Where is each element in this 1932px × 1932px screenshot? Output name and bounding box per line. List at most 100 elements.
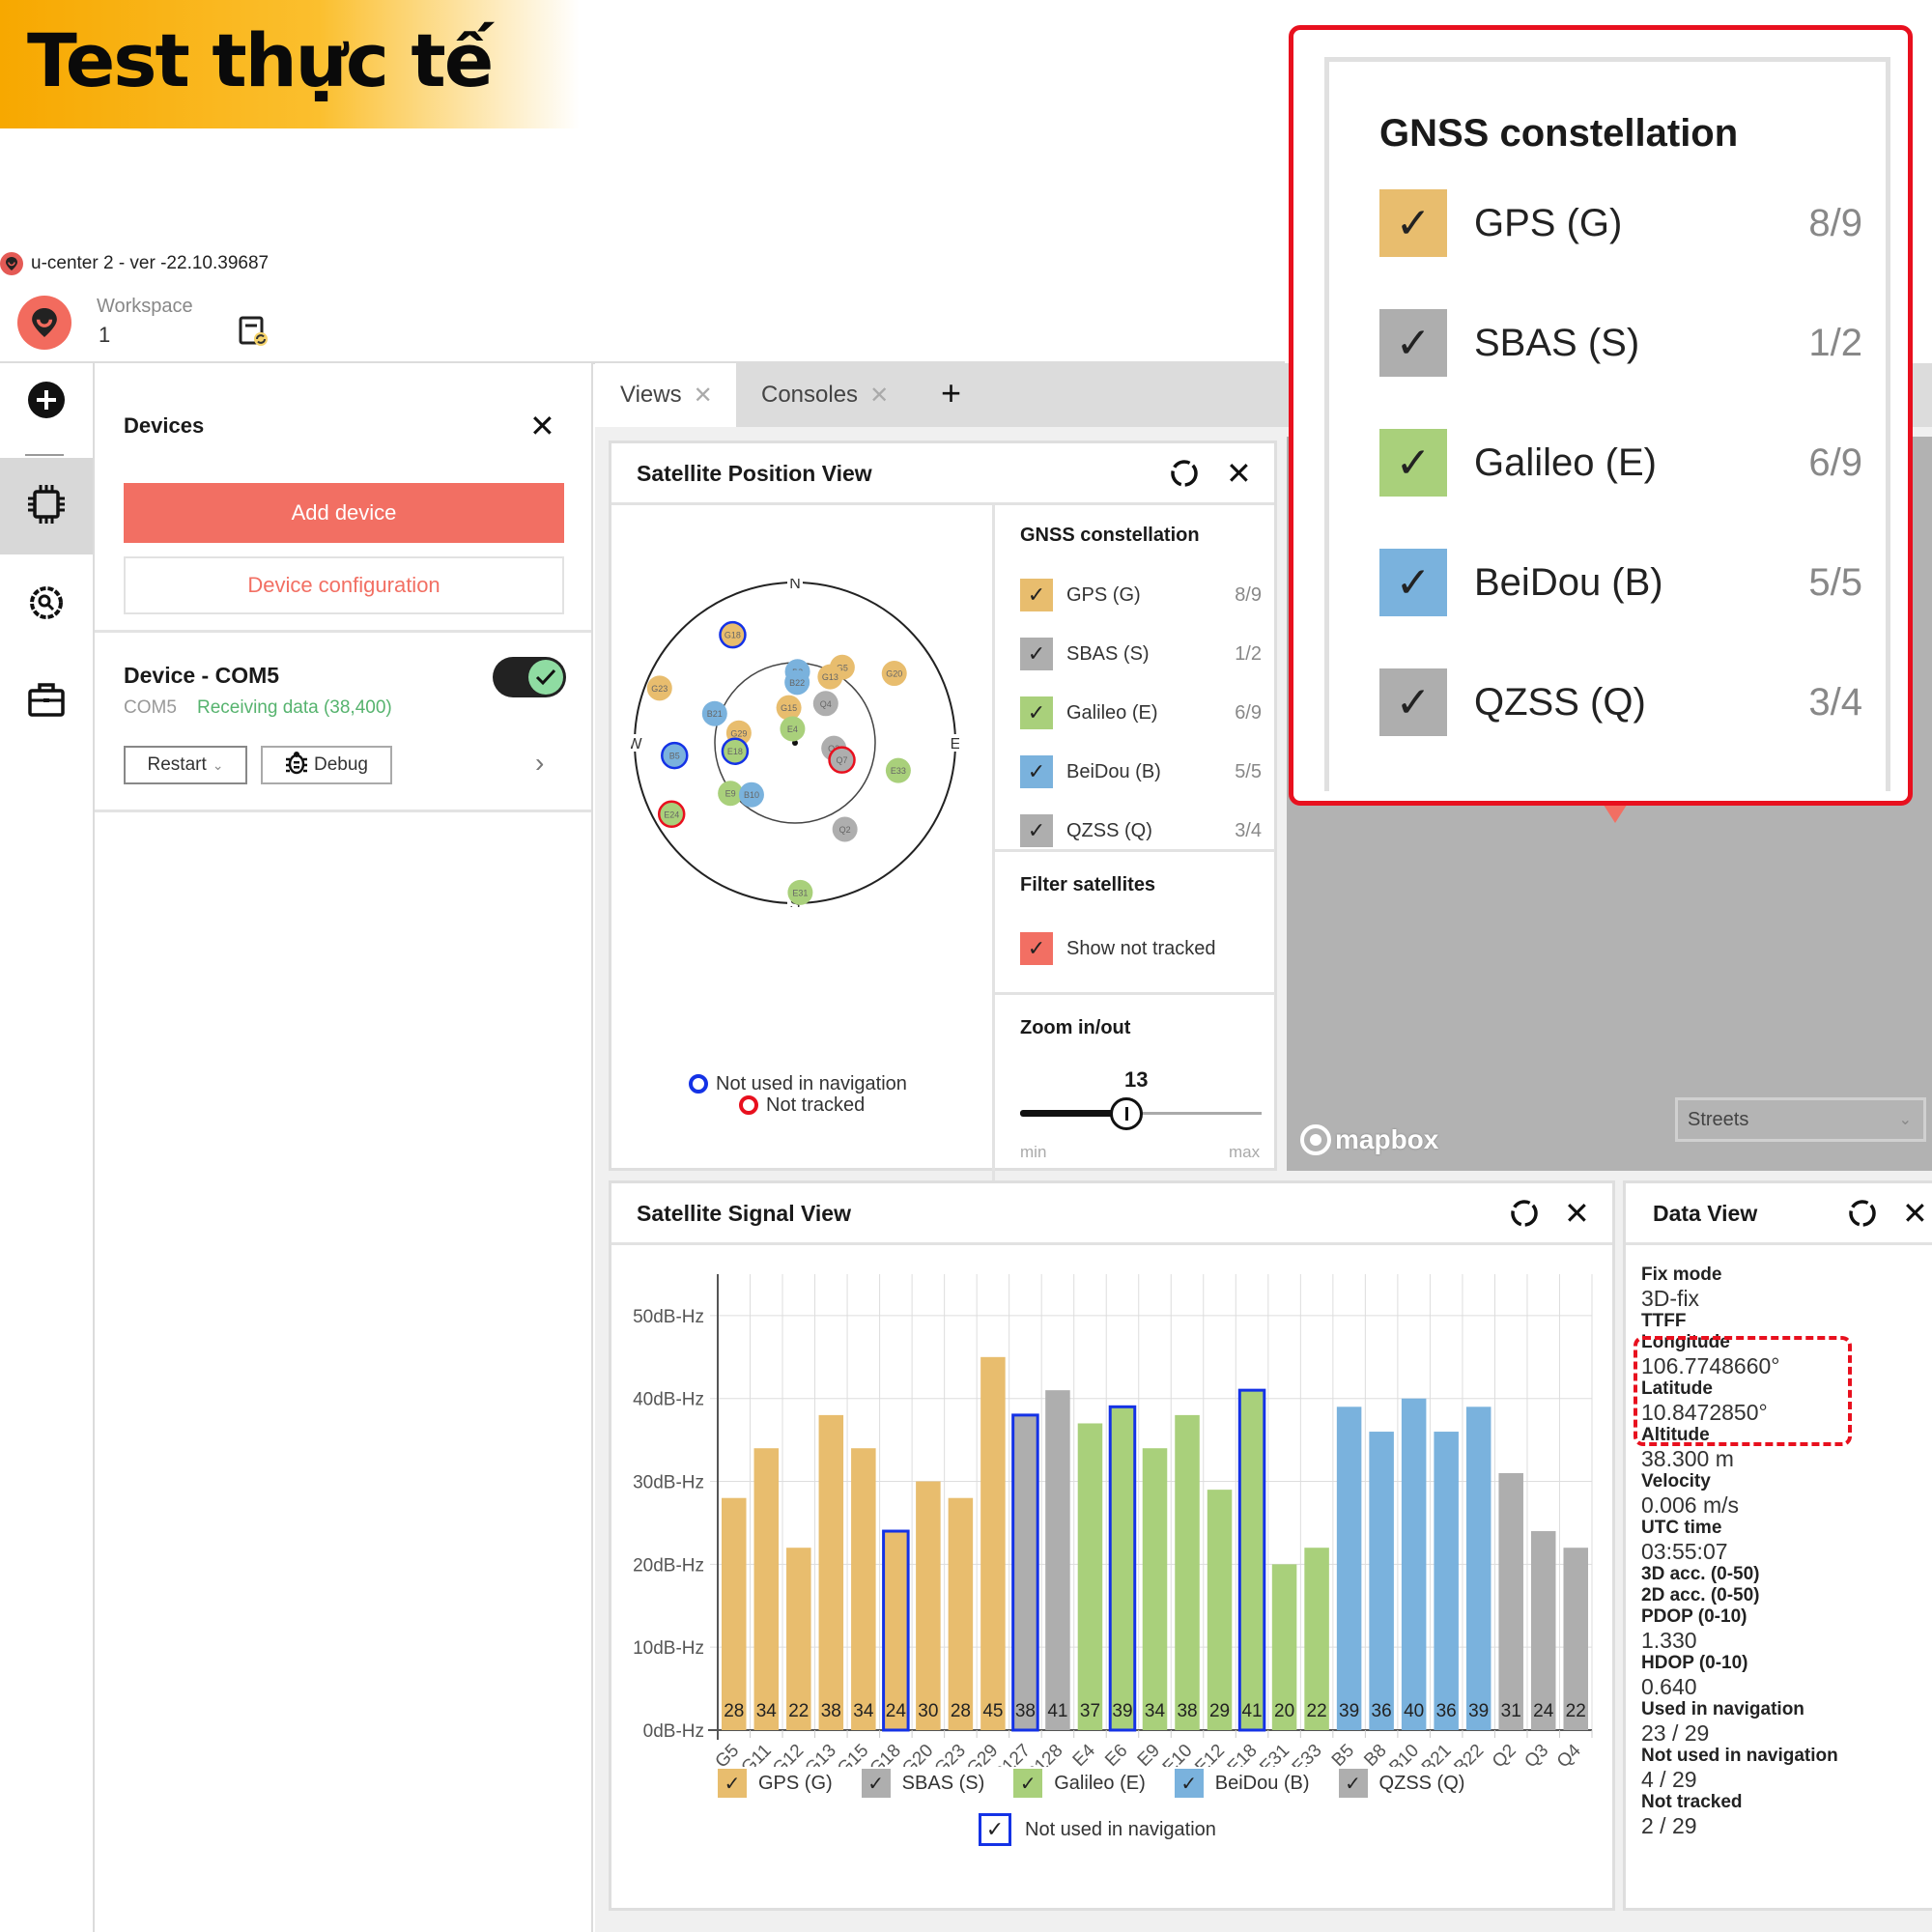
legend-item-e[interactable]: ✓ Galileo (E) (1013, 1769, 1146, 1798)
satellite-E33[interactable]: E33 (885, 757, 911, 783)
device-port: COM5 (124, 697, 177, 718)
bar-B8 (1369, 1432, 1394, 1730)
satellite-E31[interactable]: E31 (787, 879, 813, 905)
bar-value-G5: 28 (724, 1701, 744, 1721)
x-tick-label: Q3 (1520, 1741, 1552, 1767)
device-configuration-button[interactable]: Device configuration (124, 556, 564, 614)
rail-toolbox-button[interactable] (0, 653, 93, 750)
refresh-icon[interactable] (1170, 459, 1199, 488)
restart-button[interactable]: Restart ⌄ (124, 746, 247, 784)
device-details-chevron-icon[interactable]: › (535, 748, 544, 779)
satellite-Q7[interactable]: Q7 (828, 746, 856, 774)
x-tick-label: G13 (802, 1741, 840, 1767)
bar-value-G13: 38 (821, 1701, 841, 1721)
satellite-G20[interactable]: G20 (881, 661, 907, 687)
close-icon[interactable]: ✕ (869, 382, 889, 410)
y-tick-label: 40dB-Hz (633, 1390, 704, 1410)
constellation-label: SBAS (S) (1474, 321, 1640, 364)
legend-not-used-toggle[interactable]: ✓ Not used in navigation (979, 1813, 1216, 1846)
satellite-B5[interactable]: B5 (661, 741, 689, 770)
callout-constellation-row-s: ✓ SBAS (S) 1/2 (1379, 309, 1862, 377)
svg-text:B5: B5 (669, 752, 680, 761)
show-not-tracked-checkbox[interactable]: ✓ Show not tracked (1020, 932, 1262, 965)
satellite-B10[interactable]: B10 (738, 781, 764, 808)
callout-constellation-row-b: ✓ BeiDou (B) 5/5 (1379, 549, 1862, 616)
refresh-icon[interactable] (1510, 1199, 1539, 1228)
legend-not-used-label: Not used in navigation (716, 1072, 907, 1094)
refresh-icon[interactable] (1848, 1199, 1877, 1228)
satellite-B21[interactable]: B21 (701, 700, 727, 726)
check-icon: ✓ (979, 1813, 1011, 1846)
legend-item-q[interactable]: ✓ QZSS (Q) (1338, 1769, 1465, 1798)
constellation-row-g[interactable]: ✓ GPS (G) 8/9 (1020, 579, 1262, 611)
app-logo-icon (0, 252, 23, 275)
legend-label: QZSS (Q) (1378, 1772, 1465, 1794)
satellite-E4[interactable]: E4 (780, 716, 806, 742)
close-icon[interactable]: ✕ (1564, 1195, 1590, 1232)
debug-button[interactable]: Debug (261, 746, 392, 784)
workspace-value[interactable]: 1 (99, 323, 110, 348)
bar-value-Q4: 22 (1566, 1701, 1586, 1721)
constellation-count: 8/9 (1235, 583, 1262, 606)
zoom-slider[interactable] (1020, 1097, 1262, 1130)
constellation-row-b[interactable]: ✓ BeiDou (B) 5/5 (1020, 755, 1262, 788)
satellite-G18[interactable]: G18 (719, 620, 747, 649)
x-tick-label: Q4 (1553, 1740, 1585, 1767)
check-icon: ✓ (1379, 189, 1447, 257)
app-title: u-center 2 - ver -22.10.39687 (31, 253, 270, 273)
x-tick-label: E4 (1069, 1740, 1100, 1767)
svg-text:B22: B22 (789, 678, 805, 688)
chevron-down-icon: ⌄ (212, 756, 224, 773)
close-icon[interactable]: ✕ (1226, 455, 1252, 492)
map-style-select[interactable]: Streets ⌄ (1675, 1097, 1926, 1142)
close-icon[interactable]: ✕ (1902, 1195, 1928, 1232)
satellite-E24[interactable]: E24 (657, 800, 686, 829)
legend-item-s[interactable]: ✓ SBAS (S) (861, 1769, 984, 1798)
satellite-G23[interactable]: G23 (646, 675, 672, 701)
tab-views[interactable]: Views ✕ (595, 363, 736, 427)
check-icon: ✓ (1174, 1769, 1204, 1798)
tab-consoles[interactable]: Consoles ✕ (736, 363, 914, 427)
satellite-Q2[interactable]: Q2 (832, 816, 858, 842)
rail-devices-button[interactable] (0, 458, 93, 554)
svg-text:G15: G15 (781, 703, 797, 713)
bar-G13 (818, 1414, 844, 1730)
constellation-row-q[interactable]: ✓ QZSS (Q) 3/4 (1020, 814, 1262, 847)
legend-item-g[interactable]: ✓ GPS (G) (718, 1769, 833, 1798)
bar-B10 (1401, 1398, 1427, 1730)
satellite-G13[interactable]: G13 (817, 664, 843, 690)
mapbox-attribution[interactable]: mapbox (1300, 1124, 1438, 1155)
satellite-E18[interactable]: E18 (721, 737, 750, 765)
rail-tools-button[interactable] (0, 556, 93, 653)
constellation-row-e[interactable]: ✓ Galileo (E) 6/9 (1020, 696, 1262, 729)
constellation-count: 1/2 (1808, 321, 1862, 364)
check-icon: ✓ (1020, 755, 1053, 788)
devices-title: Devices (124, 413, 205, 438)
constellation-row-s[interactable]: ✓ SBAS (S) 1/2 (1020, 638, 1262, 670)
bar-S128 (1045, 1390, 1070, 1730)
legend-item-b[interactable]: ✓ BeiDou (B) (1174, 1769, 1310, 1798)
svg-text:G13: G13 (822, 672, 838, 682)
satellite-Q4[interactable]: Q4 (812, 691, 838, 717)
workspace-sync-icon[interactable] (238, 315, 270, 348)
x-tick-label: E6 (1101, 1741, 1131, 1767)
check-icon: ✓ (1379, 549, 1447, 616)
bar-value-Q3: 24 (1533, 1701, 1554, 1721)
add-tab-button[interactable]: + (941, 373, 961, 413)
close-icon[interactable]: ✕ (694, 382, 713, 410)
satellite-G15[interactable]: G15 (776, 695, 802, 721)
devices-close-icon[interactable]: ✕ (529, 408, 555, 444)
rail-add-button[interactable] (0, 354, 93, 450)
satellite-B22[interactable]: B22 (784, 669, 810, 696)
bar-E4 (1077, 1423, 1103, 1730)
field-label: Used in navigation (1641, 1699, 1804, 1719)
bar-G29 (980, 1356, 1006, 1730)
bar-value-G15: 34 (853, 1701, 874, 1721)
bar-G20 (916, 1481, 941, 1730)
bar-value-E10: 38 (1177, 1701, 1197, 1721)
check-icon: ✓ (718, 1769, 747, 1798)
constellation-count: 3/4 (1808, 680, 1862, 724)
add-device-button[interactable]: Add device (124, 483, 564, 543)
device-connection-toggle[interactable] (493, 657, 566, 697)
zoom-slider-thumb[interactable] (1110, 1097, 1143, 1130)
